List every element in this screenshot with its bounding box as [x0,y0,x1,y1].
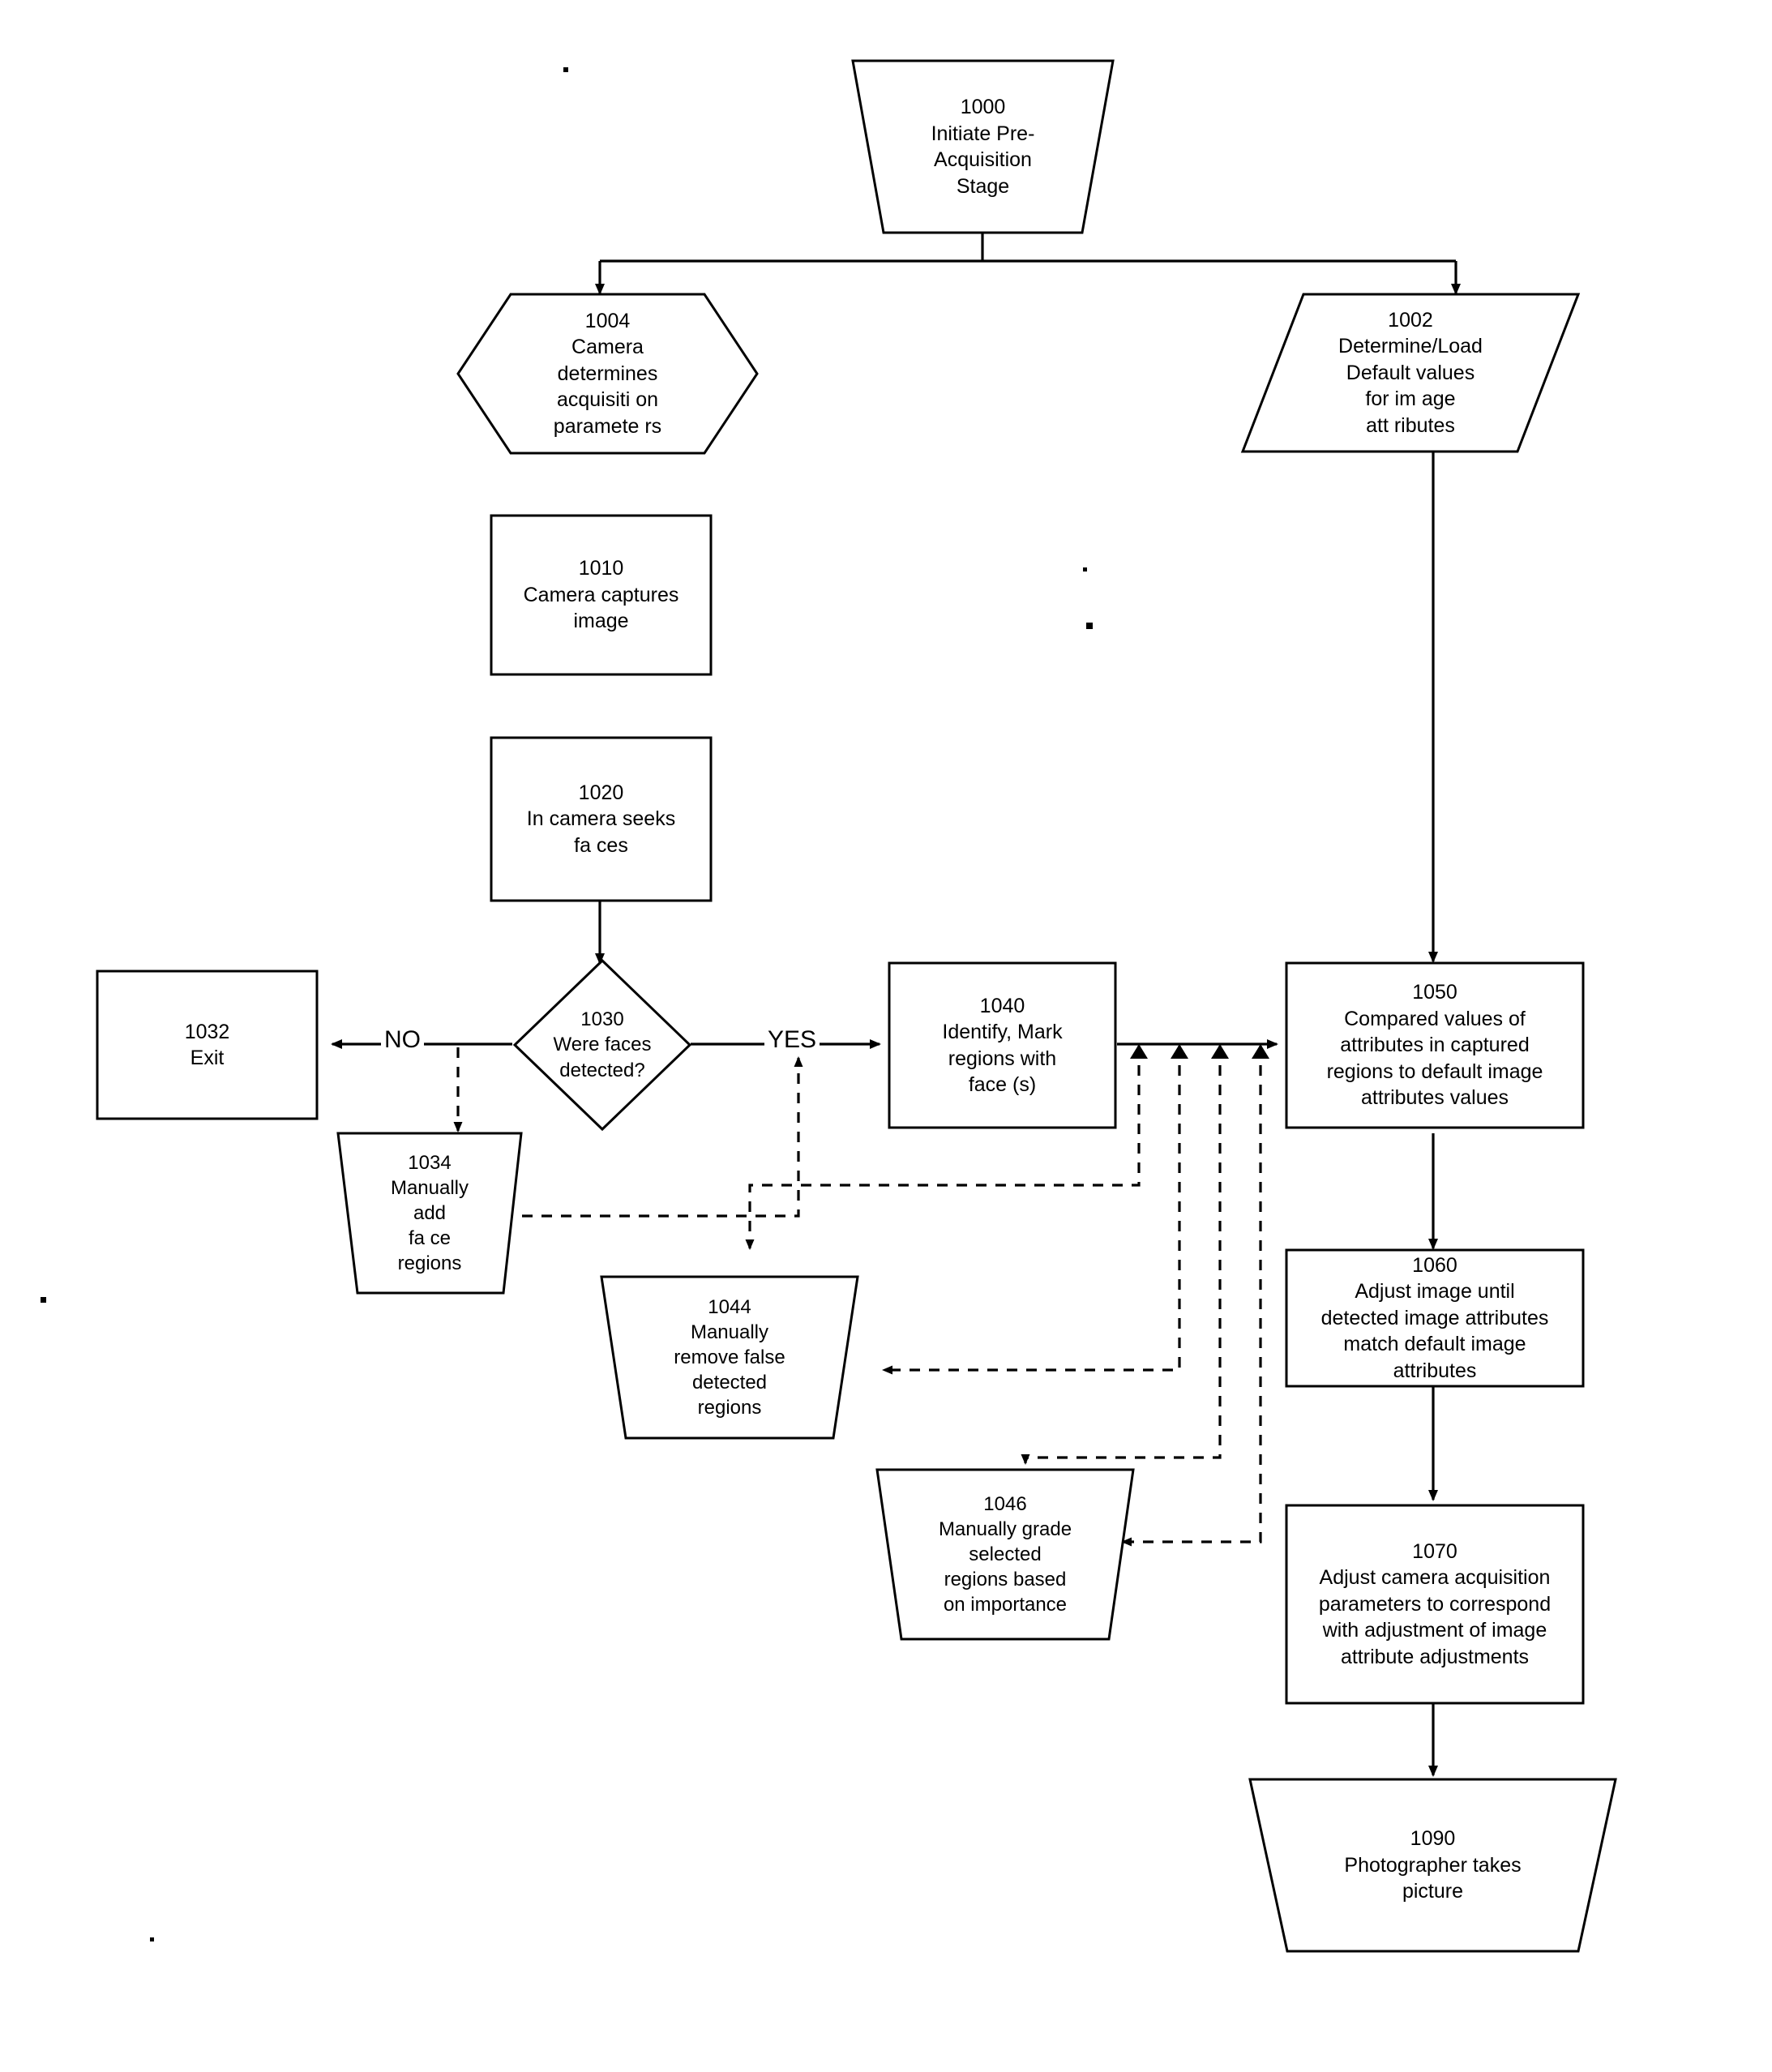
node-1032-label: 1032 Exit [184,1020,230,1070]
node-1004[interactable]: 1004 Camera determines acquisiti on para… [456,292,760,456]
node-1030-label: 1030 Were faces detected? [553,1008,652,1081]
node-1060[interactable]: 1060 Adjust image until detected image a… [1285,1248,1585,1388]
node-1050[interactable]: 1050 Compared values of attributes in ca… [1285,961,1585,1129]
node-1070[interactable]: 1070 Adjust camera acquisition parameter… [1285,1504,1585,1705]
node-1090[interactable]: 1090 Photographer takes picture [1248,1777,1617,1954]
node-1030[interactable]: 1030 Were faces detected? [512,958,692,1132]
node-1010[interactable]: 1010 Camera captures image [490,514,713,676]
node-1060-label: 1060 Adjust image until detected image a… [1320,1253,1549,1382]
node-1032[interactable]: 1032 Exit [96,970,319,1120]
node-1044-label: 1044 Manually remove false detected regi… [674,1295,785,1419]
node-1034-label: 1034 Manually add fa ce regions [390,1151,469,1275]
node-1020-label: 1020 In camera seeks fa ces [526,781,676,857]
edge-label-no: NO [381,1026,424,1054]
node-1000-label: 1000 Initiate Pre- Acquisition Stage [931,96,1035,198]
node-1040[interactable]: 1040 Identify, Mark regions with face (s… [888,961,1117,1129]
node-1050-label: 1050 Compared values of attributes in ca… [1326,981,1543,1110]
node-1004-label: 1004 Camera determines acquisiti on para… [553,309,662,438]
node-1044[interactable]: 1044 Manually remove false detected regi… [600,1274,859,1441]
edge-label-yes: YES [764,1026,820,1054]
node-1002-label: 1002 Determine/Load Default values for i… [1338,308,1483,437]
flowchart-canvas: 1000 Initiate Pre- Acquisition Stage 100… [0,0,1772,2072]
node-1034[interactable]: 1034 Manually add fa ce regions [336,1131,523,1295]
node-1020[interactable]: 1020 In camera seeks fa ces [490,736,713,902]
node-1070-label: 1070 Adjust camera acquisition parameter… [1318,1539,1552,1668]
node-1046[interactable]: 1046 Manually grade selected regions bas… [875,1467,1135,1642]
bus-arrowheads [1130,1044,1269,1059]
node-1002[interactable]: 1002 Determine/Load Default values for i… [1240,292,1581,454]
node-1090-label: 1090 Photographer takes picture [1344,1827,1522,1903]
node-1040-label: 1040 Identify, Mark regions with face (s… [942,994,1063,1097]
node-1000[interactable]: 1000 Initiate Pre- Acquisition Stage [851,58,1115,235]
node-1046-label: 1046 Manually grade selected regions bas… [938,1492,1072,1616]
node-1010-label: 1010 Camera captures image [523,557,679,633]
